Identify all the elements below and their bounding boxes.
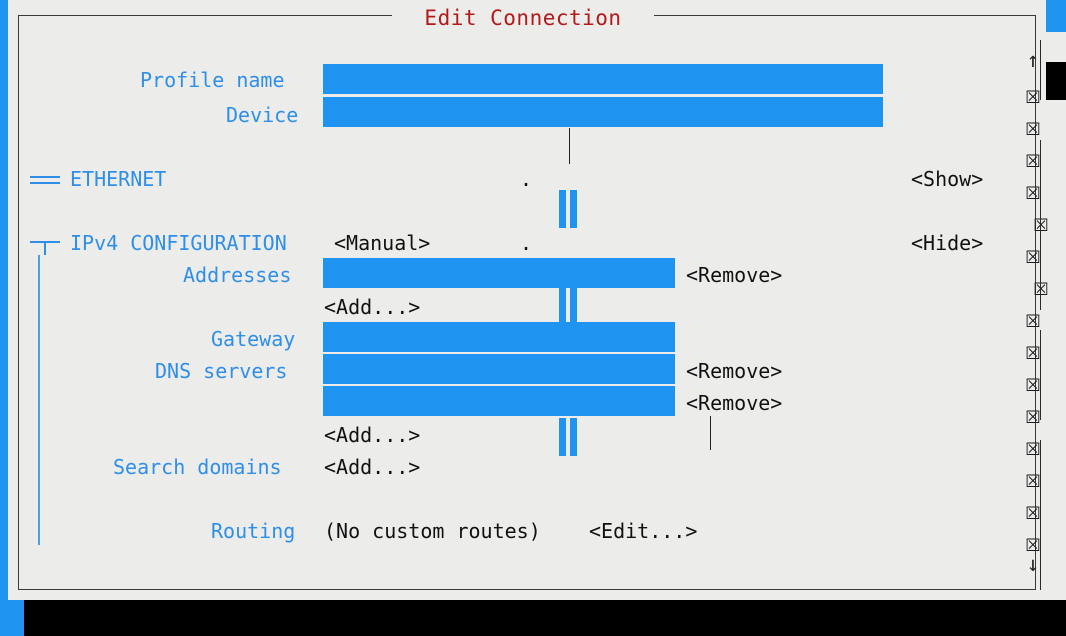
section-ipv4-label: IPv4 CONFIGURATION (70, 231, 287, 255)
ethernet-dot: . (520, 167, 533, 191)
profile-name-label: Profile name (140, 68, 285, 92)
ipv4-section-rail (38, 255, 40, 545)
scrollbar-track-seg-2[interactable] (1040, 140, 1041, 310)
scrollbar-track-seg-4[interactable] (1040, 440, 1041, 590)
scrollbar-glyph: ⮽ (1033, 215, 1049, 236)
dns-servers-label: DNS servers (155, 359, 288, 383)
mid-scroll-mark-middle[interactable] (559, 288, 577, 326)
addresses-label: Addresses (183, 263, 292, 287)
dialog-title: Edit Connection (392, 2, 654, 34)
terminal-corner-strip (0, 600, 24, 636)
address-remove-button-0[interactable]: <Remove> (686, 259, 782, 291)
scrollbar-track-seg-1[interactable] (1040, 40, 1041, 100)
dns-add-button[interactable]: <Add...> (324, 419, 420, 451)
dns-input-0[interactable]: 8.8.8.8__________________ (323, 354, 675, 384)
scrollbar-glyph: ⮽ (1033, 279, 1049, 300)
ethernet-show-button[interactable]: <Show> (911, 163, 983, 195)
device-label: Device (226, 103, 299, 127)
scrollbar-track-seg-3[interactable] (1040, 330, 1041, 420)
ipv4-method-select[interactable]: <Manual> (334, 227, 430, 259)
gateway-input[interactable]: 192.168.1.1______________ (323, 322, 675, 352)
ethernet-collapsed-marker[interactable] (30, 167, 60, 191)
device-select[interactable]: ens32 (00:0C:29:2F:92:EE)______________ (323, 97, 883, 127)
ipv4-expanded-marker[interactable] (30, 231, 60, 255)
mid-scroll-mark-upper[interactable] (559, 190, 577, 228)
dialog-scrollbar[interactable]: ↑ ⮽ ⮽ ⮽ ⮽ ⮽ ⮽ ⮽ ⮽ ⮽ ⮽ ⮽ ⮽ ⮽ ⮽ ⮽ ↓ (1016, 32, 1050, 587)
dns-remove-button-0[interactable]: <Remove> (686, 355, 782, 387)
section-ethernet-label: ETHERNET (70, 167, 167, 191)
routing-value: (No custom routes) (324, 519, 541, 543)
terminal-bottom-bar (24, 600, 1066, 636)
ipv4-dot: . (520, 231, 533, 255)
dns-remove-button-1[interactable]: <Remove> (686, 387, 782, 419)
search-domains-add-button[interactable]: <Add...> (324, 451, 420, 483)
address-input-0[interactable]: 192.168.1.211/24_________ (323, 258, 675, 288)
routing-label: Routing (211, 519, 296, 543)
profile-name-input[interactable]: ens32_______________________________ (323, 64, 883, 94)
terminal-screen: Edit Connection Profile name ens32______… (0, 0, 1066, 636)
routing-edit-button[interactable]: <Edit...> (589, 515, 697, 547)
dns-connector-line (710, 416, 711, 450)
mid-scroll-mark-lower[interactable] (559, 418, 577, 456)
terminal-top-right-marker (1046, 0, 1066, 32)
terminal-left-edge-strip (0, 0, 8, 600)
ipv4-hide-button[interactable]: <Hide> (911, 227, 983, 259)
address-add-button[interactable]: <Add...> (324, 291, 420, 323)
dns-input-1[interactable]: 223.5.5.5________________ (323, 386, 675, 416)
gateway-label: Gateway (211, 327, 296, 351)
device-connector-line (569, 128, 570, 164)
search-domains-label: Search domains (113, 455, 282, 479)
